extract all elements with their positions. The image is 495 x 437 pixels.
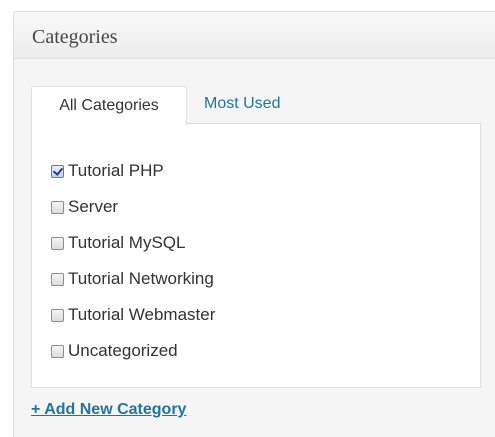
category-checkbox[interactable]: [51, 236, 64, 250]
category-item[interactable]: Tutorial PHP: [51, 160, 215, 182]
category-item[interactable]: Tutorial Networking: [51, 268, 215, 290]
metabox-title: Categories: [32, 26, 118, 48]
category-item[interactable]: Uncategorized: [51, 340, 215, 362]
category-label: Tutorial Networking: [68, 269, 214, 288]
category-item[interactable]: Tutorial MySQL: [51, 232, 215, 254]
category-label: Tutorial MySQL: [68, 233, 186, 252]
add-new-category-link[interactable]: + Add New Category: [31, 400, 186, 420]
category-label: Tutorial PHP: [68, 161, 164, 180]
category-checkbox[interactable]: [51, 164, 64, 178]
category-checkbox[interactable]: [51, 272, 64, 286]
category-label: Uncategorized: [68, 341, 178, 360]
category-label: Server: [68, 197, 119, 216]
tab-all-categories[interactable]: All Categories: [31, 86, 187, 125]
category-item[interactable]: Tutorial Webmaster: [51, 304, 215, 326]
category-item[interactable]: Server: [51, 196, 215, 218]
category-checkbox[interactable]: [51, 344, 64, 358]
category-checklist: Tutorial PHP Server Tutorial MySQL Tutor…: [51, 160, 215, 376]
category-checkbox[interactable]: [51, 308, 64, 322]
tab-most-used[interactable]: Most Used: [204, 94, 280, 114]
metabox-header[interactable]: Categories: [14, 12, 495, 59]
category-label: Tutorial Webmaster: [68, 305, 216, 324]
categories-metabox: Categories All Categories Most Used Tuto…: [13, 11, 495, 437]
category-checkbox[interactable]: [51, 200, 64, 214]
category-checklist-panel: Tutorial PHP Server Tutorial MySQL Tutor…: [31, 123, 481, 388]
